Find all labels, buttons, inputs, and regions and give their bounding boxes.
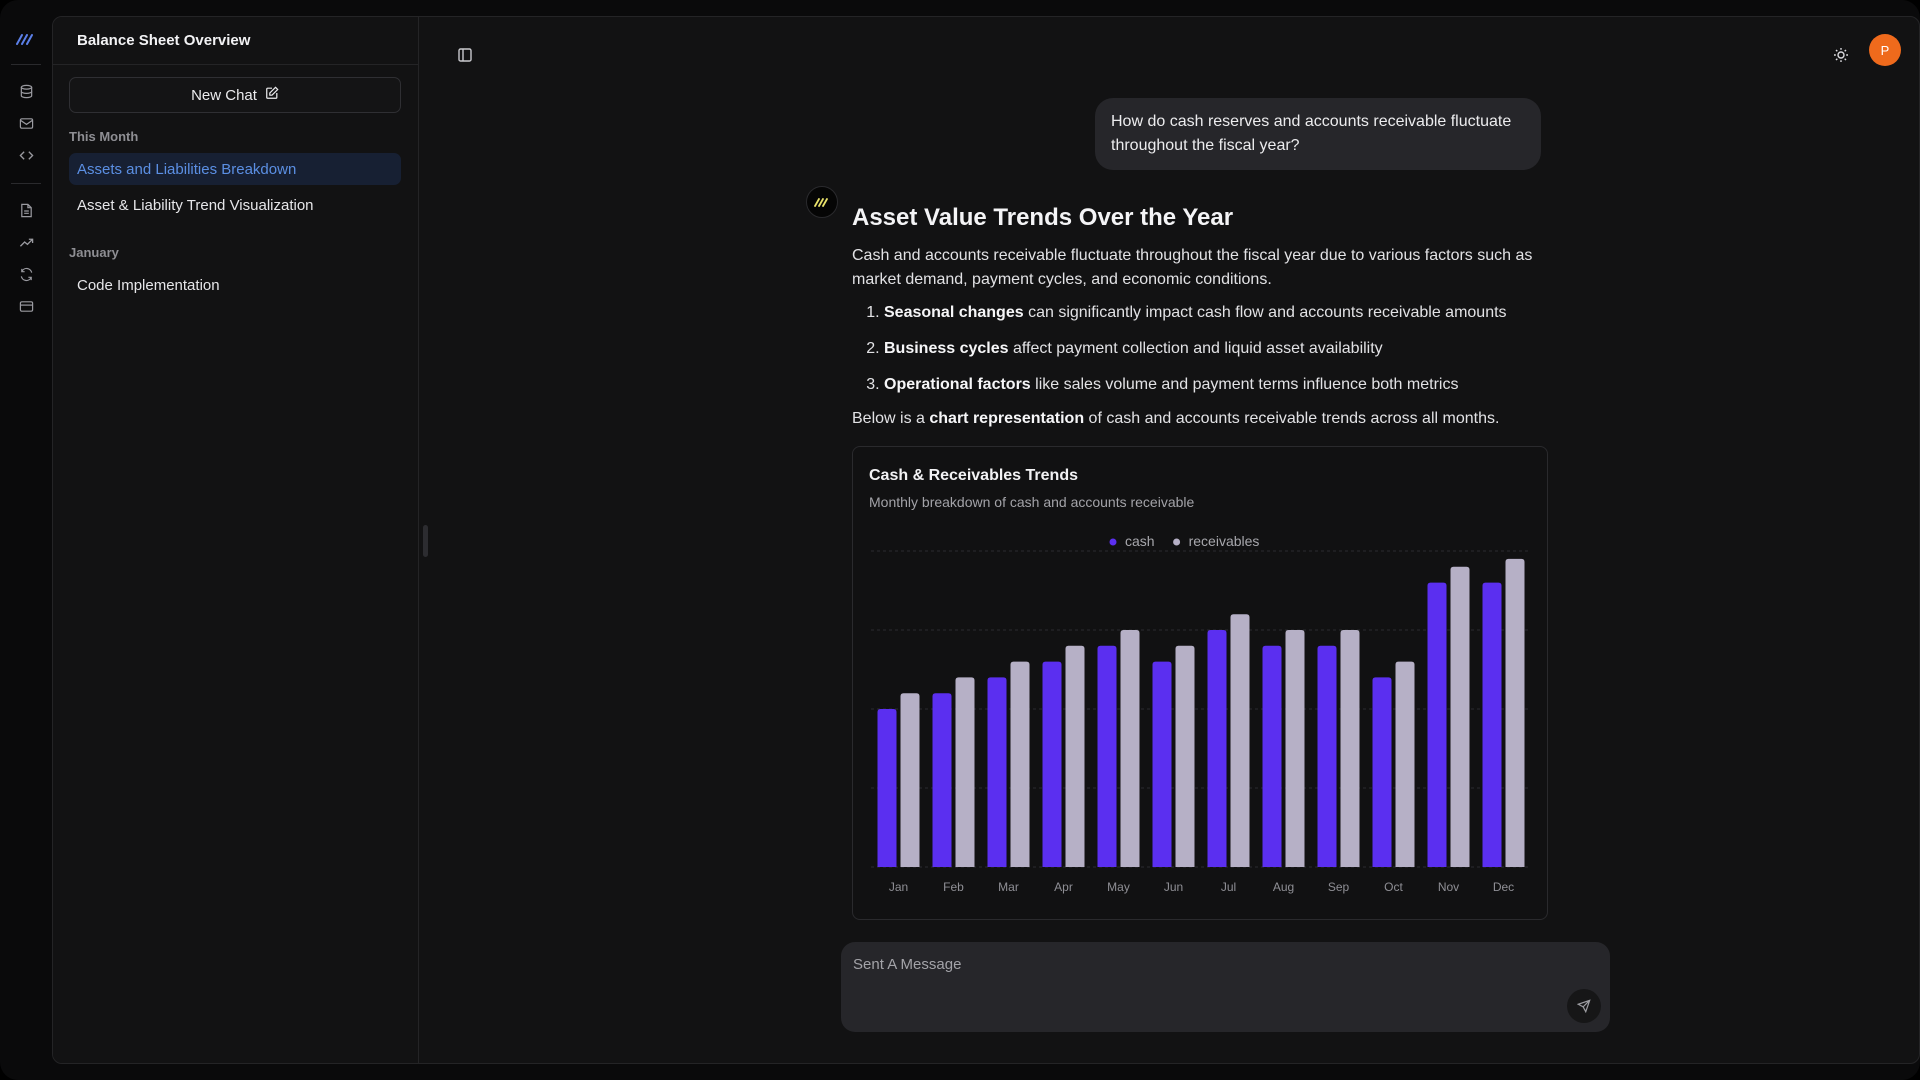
answer-point: Business cycles affect payment collectio… [884, 337, 1552, 361]
rail-divider [11, 64, 41, 65]
answer-intro: Cash and accounts receivable fluctuate t… [852, 247, 1533, 288]
database-icon[interactable] [13, 78, 39, 104]
bar-cash-nov [1427, 582, 1447, 867]
x-tick-label: May [1107, 880, 1130, 894]
user-avatar[interactable]: P [1869, 34, 1901, 66]
bar-cash-feb [932, 693, 952, 867]
bar-receivables-sep [1340, 630, 1360, 867]
x-tick-label: Jun [1164, 880, 1183, 894]
x-tick-label: Dec [1493, 880, 1514, 894]
bar-cash-apr [1042, 661, 1062, 867]
point-bold: Seasonal changes [884, 304, 1024, 321]
point-text: like sales volume and payment terms infl… [1030, 376, 1459, 393]
bar-receivables-aug [1285, 630, 1305, 867]
rail-divider [11, 183, 41, 184]
trending-up-icon[interactable] [13, 229, 39, 255]
point-bold: Business cycles [884, 340, 1009, 357]
answer-outro: Below is a chart representation of cash … [852, 407, 1552, 431]
bar-receivables-mar [1010, 661, 1030, 867]
chat-sidebar: Balance Sheet Overview New Chat This Mon… [53, 17, 419, 1063]
bar-receivables-jun [1175, 645, 1195, 867]
document-icon[interactable] [13, 197, 39, 223]
message-input[interactable] [853, 952, 1493, 976]
x-tick-label: Apr [1054, 880, 1073, 894]
sidebar-item-code-implementation[interactable]: Code Implementation [69, 269, 401, 301]
bar-chart: cash receivables Jan Feb Mar Apr May Jun Jul Aug S… [871, 533, 1531, 894]
app-window: Balance Sheet Overview New Chat This Mon… [52, 16, 1920, 1064]
bar-receivables-jan [900, 693, 920, 867]
theme-toggle-sun-icon[interactable] [1831, 45, 1851, 65]
legend-swatch [1173, 538, 1181, 546]
bar-cash-dec [1482, 582, 1502, 867]
x-tick-label: Feb [943, 880, 964, 894]
chat-main: P How do cash reserves and accounts rece… [420, 17, 1919, 1063]
group-label-january: January [69, 245, 119, 260]
bar-receivables-oct [1395, 661, 1415, 867]
mail-icon[interactable] [13, 110, 39, 136]
assistant-logo-icon [806, 186, 838, 218]
legend-swatch [1109, 538, 1117, 546]
point-text: can significantly impact cash flow and a… [1023, 304, 1507, 321]
answer-point: Seasonal changes can significantly impac… [884, 301, 1552, 325]
bar-cash-jun [1152, 661, 1172, 867]
x-tick-label: Sep [1328, 880, 1350, 894]
edit-icon [265, 86, 279, 104]
bar-receivables-may [1120, 630, 1140, 867]
answer-points: Seasonal changes can significantly impac… [884, 301, 1552, 397]
answer-point: Operational factors like sales volume an… [884, 373, 1552, 397]
bar-receivables-nov [1450, 566, 1470, 867]
code-icon[interactable] [13, 142, 39, 168]
user-message: How do cash reserves and accounts receiv… [1095, 98, 1541, 170]
refresh-icon[interactable] [13, 261, 39, 287]
icon-rail [0, 16, 52, 1064]
sidebar-title: Balance Sheet Overview [53, 17, 418, 65]
logo-icon[interactable] [13, 26, 39, 52]
legend-label: receivables [1189, 533, 1260, 549]
bar-receivables-apr [1065, 645, 1085, 867]
bar-cash-sep [1317, 645, 1337, 867]
outro-after: of cash and accounts receivable trends a… [1084, 410, 1500, 427]
bar-cash-mar [987, 677, 1007, 867]
send-button[interactable] [1567, 989, 1601, 1023]
bar-cash-aug [1262, 645, 1282, 867]
window-frame: Balance Sheet Overview New Chat This Mon… [0, 0, 1920, 1080]
point-bold: Operational factors [884, 376, 1031, 393]
message-composer [841, 942, 1610, 1032]
point-text: affect payment collection and liquid ass… [1008, 340, 1383, 357]
bar-cash-jan [877, 709, 897, 867]
answer-heading: Asset Value Trends Over the Year [852, 204, 1234, 231]
send-icon [1577, 999, 1591, 1013]
outro-before: Below is a [852, 410, 930, 427]
x-tick-label: Oct [1384, 880, 1403, 894]
x-tick-label: Mar [998, 880, 1019, 894]
bar-receivables-feb [955, 677, 975, 867]
assistant-answer: Asset Value Trends Over the Year Cash an… [852, 202, 1552, 431]
card-icon[interactable] [13, 293, 39, 319]
bar-receivables-dec [1505, 558, 1525, 867]
legend-label: cash [1125, 533, 1155, 549]
bar-cash-oct [1372, 677, 1392, 867]
bar-cash-jul [1207, 630, 1227, 867]
sidebar-toggle-icon[interactable] [455, 45, 475, 65]
chart-card: Cash & Receivables Trends Monthly breakd… [852, 446, 1548, 920]
sidebar-item-asset-liability-trend[interactable]: Asset & Liability Trend Visualization [69, 189, 401, 221]
outro-bold: chart representation [929, 410, 1085, 427]
group-label-this-month: This Month [69, 129, 139, 144]
x-tick-label: Jan [889, 880, 908, 894]
x-tick-label: Aug [1273, 880, 1294, 894]
new-chat-label: New Chat [191, 86, 257, 104]
x-tick-label: Nov [1438, 880, 1459, 894]
sidebar-item-assets-liabilities-breakdown[interactable]: Assets and Liabilities Breakdown [69, 153, 401, 185]
x-tick-label: Jul [1221, 880, 1236, 894]
bar-receivables-jul [1230, 614, 1250, 867]
new-chat-button[interactable]: New Chat [69, 77, 401, 113]
bar-cash-may [1097, 645, 1117, 867]
